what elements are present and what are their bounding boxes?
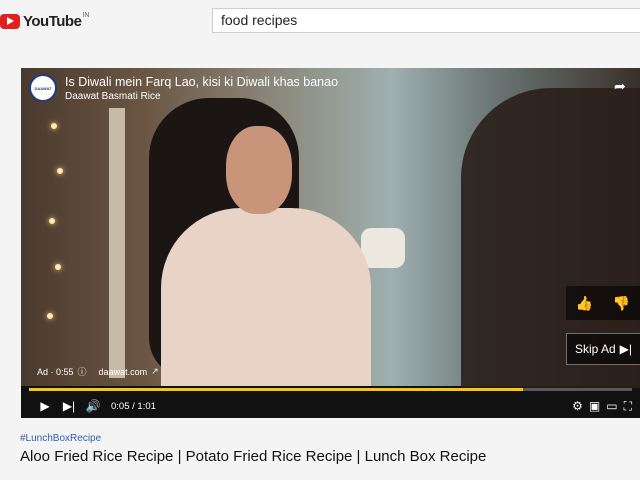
ad-title[interactable]: Is Diwali mein Farq Lao, kisi ki Diwali … (65, 74, 338, 90)
video-frame[interactable] (21, 68, 640, 388)
progress-fill (29, 388, 524, 391)
fullscreen-icon[interactable]: ⛶ (624, 399, 632, 414)
thumbs-down-icon[interactable]: 👎 (613, 295, 630, 312)
country-code: IN (82, 11, 90, 19)
skip-next-icon: ▶| (619, 342, 633, 356)
paper-roll (361, 228, 405, 268)
youtube-logo[interactable]: YouTube IN (0, 10, 89, 32)
ad-titles: Is Diwali mein Farq Lao, kisi ki Diwali … (65, 74, 338, 104)
skip-ad-label: Skip Ad (574, 342, 616, 356)
time-display: 0:05 / 1:01 (111, 400, 156, 412)
search-input[interactable]: food recipes (212, 8, 640, 33)
woman-face (226, 126, 292, 214)
shelf (109, 108, 125, 378)
settings-icon[interactable]: ⚙ (572, 399, 583, 414)
fairy-light (47, 313, 53, 319)
player-controls: ▶ ▶| 🔊 0:05 / 1:01 ⚙ ▣ ▭ ⛶ (21, 394, 640, 418)
share-icon[interactable]: ➦ (614, 78, 630, 94)
right-controls: ⚙ ▣ ▭ ⛶ (572, 399, 640, 414)
fairy-light (57, 168, 63, 174)
progress-bar[interactable] (29, 388, 632, 391)
video-hashtag[interactable]: #LunchBoxRecipe (20, 433, 101, 444)
info-icon[interactable]: ⓘ (78, 365, 87, 378)
thumbs-up-icon[interactable]: 👍 (576, 295, 593, 312)
ad-feedback: 👍 👎 (566, 286, 640, 320)
skip-ad-button[interactable]: Skip Ad ▶| (566, 333, 640, 365)
video-title: Aloo Fried Rice Recipe | Potato Fried Ri… (20, 448, 487, 465)
top-bar: YouTube IN food recipes (0, 0, 640, 44)
ad-brand[interactable]: Daawat Basmati Rice (65, 90, 338, 104)
miniplayer-icon[interactable]: ▣ (589, 399, 600, 414)
fairy-light (49, 218, 55, 224)
youtube-play-icon (0, 13, 20, 29)
ad-domain[interactable]: daawat.com (99, 367, 148, 377)
play-icon[interactable]: ▶ (33, 399, 57, 413)
fairy-light (55, 264, 61, 270)
volume-icon[interactable]: 🔊 (81, 399, 105, 413)
external-link-icon: ↗ (151, 366, 159, 376)
fairy-light (51, 123, 57, 129)
ad-label: Ad · 0:55 (37, 366, 74, 377)
logo-text: YouTube (23, 12, 82, 30)
video-player[interactable]: DAAWAT Is Diwali mein Farq Lao, kisi ki … (21, 68, 640, 418)
advertiser-logo[interactable]: DAAWAT (29, 74, 57, 102)
ad-info: Ad · 0:55 ⓘ daawat.com ↗ (37, 365, 159, 378)
woman-body (161, 208, 371, 386)
ad-header: DAAWAT Is Diwali mein Farq Lao, kisi ki … (29, 74, 338, 104)
next-icon[interactable]: ▶| (57, 399, 81, 413)
theater-mode-icon[interactable]: ▭ (606, 399, 617, 414)
